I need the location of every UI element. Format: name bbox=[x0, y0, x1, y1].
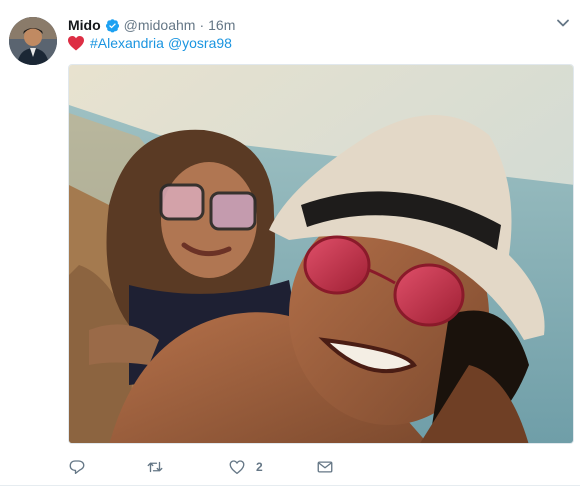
retweet-button[interactable] bbox=[146, 458, 228, 476]
verified-badge-icon bbox=[105, 18, 119, 32]
beach-selfie-photo-icon bbox=[69, 65, 573, 443]
heart-icon bbox=[229, 460, 245, 475]
avatar[interactable] bbox=[9, 17, 57, 65]
tweet-text: #Alexandria @yosra98 bbox=[68, 35, 232, 51]
tweet[interactable]: Mido @midoahm · 16m #Alexandria @yosra98 bbox=[0, 0, 580, 486]
red-heart-emoji-icon bbox=[68, 35, 84, 50]
tweet-actions: 2 bbox=[68, 456, 334, 478]
mention-link[interactable]: @yosra98 bbox=[168, 35, 232, 51]
hashtag-link[interactable]: #Alexandria bbox=[90, 35, 164, 51]
tweet-photo[interactable] bbox=[68, 64, 574, 444]
avatar-photo-icon bbox=[9, 17, 57, 65]
tweet-header: Mido @midoahm · 16m bbox=[68, 15, 235, 35]
direct-message-button[interactable] bbox=[316, 458, 334, 476]
reply-icon bbox=[69, 460, 85, 475]
retweet-icon bbox=[147, 461, 163, 473]
like-count: 2 bbox=[256, 460, 263, 474]
tweet-timestamp[interactable]: 16m bbox=[208, 17, 235, 33]
separator-dot: · bbox=[199, 17, 205, 33]
envelope-icon bbox=[317, 461, 333, 473]
reply-button[interactable] bbox=[68, 458, 146, 476]
author-handle[interactable]: @midoahm bbox=[124, 17, 196, 33]
like-button[interactable]: 2 bbox=[228, 458, 316, 476]
author-name[interactable]: Mido bbox=[68, 17, 101, 33]
chevron-down-icon[interactable] bbox=[556, 16, 570, 30]
